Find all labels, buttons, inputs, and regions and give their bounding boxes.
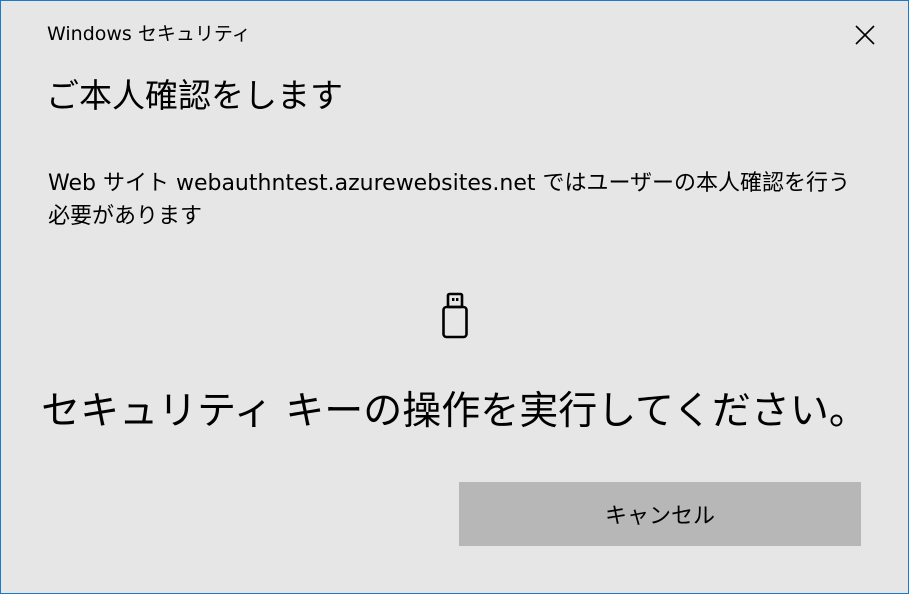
instruction-text: セキュリティ キーの操作を実行してください。 (41, 389, 868, 434)
security-dialog: Windows セキュリティ ご本人確認をします Web サイト webauth… (0, 0, 909, 594)
window-title: Windows セキュリティ (47, 23, 251, 45)
cancel-button[interactable]: キャンセル (459, 482, 861, 546)
dialog-heading: ご本人確認をします (46, 76, 343, 115)
dialog-message: Web サイト webauthntest.azurewebsites.net で… (48, 171, 851, 229)
close-button[interactable] (841, 13, 889, 57)
close-icon (855, 25, 875, 45)
usb-security-key-icon (442, 292, 468, 339)
